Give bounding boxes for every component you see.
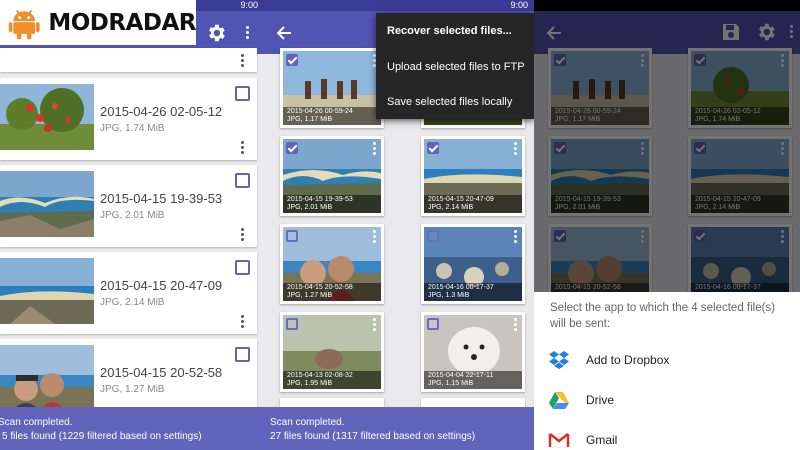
share-prompt: Select the app to which the 4 selected f… <box>550 302 776 330</box>
photo-date: 2015-04-26 00-59-24 <box>287 108 353 115</box>
scan-status-footer: Scan completed. 27 files found (1317 fil… <box>264 407 534 450</box>
scan-status-text: Scan completed. <box>270 417 345 428</box>
photo-date: 2015-04-15 19-39-53 <box>287 196 353 203</box>
list-view-screen: 9:00 2015-04-26 02-05-12 JPG, 1.74 MiB 2… <box>0 0 264 450</box>
list-item[interactable]: 2015-04-26 02-05-12 JPG, 1.74 MiB <box>0 78 257 160</box>
select-checkbox[interactable] <box>286 142 298 154</box>
more-options-icon[interactable] <box>514 142 517 155</box>
photo-caption: 2015-04-15 20-52-58JPG, 1.27 MiB <box>283 283 381 301</box>
scan-status-text: Scan completed. <box>0 417 73 428</box>
select-checkbox[interactable] <box>235 347 250 362</box>
android-robot-icon <box>8 9 40 39</box>
file-details: JPG, 1.27 MiB <box>100 384 165 395</box>
more-options-icon[interactable] <box>240 141 244 154</box>
file-details: JPG, 1.74 MiB <box>100 123 165 134</box>
share-option-label: Add to Dropbox <box>586 353 670 367</box>
files-found-text: 27 files found (1317 filtered based on s… <box>270 431 476 442</box>
overflow-menu: Recover selected files... Upload selecte… <box>376 13 534 119</box>
files-found-text: 5 files found (1229 filtered based on se… <box>2 431 202 442</box>
settings-gear-icon[interactable] <box>205 22 227 44</box>
photo-tile[interactable]: 2015-04-16 00-17-37JPG, 1.3 MiB <box>421 224 525 304</box>
file-title: 2015-04-15 19-39-53 <box>100 191 223 206</box>
more-options-icon[interactable] <box>240 54 244 67</box>
status-time: 9:00 <box>240 0 258 10</box>
photo-tile[interactable]: 2015-04-15 20-52-58JPG, 1.27 MiB <box>280 224 384 304</box>
photo-date: 2015-04-15 20-47-09 <box>428 196 494 203</box>
status-bar: 9:00 <box>264 0 534 11</box>
more-options-icon[interactable] <box>514 230 517 243</box>
photo-thumbnail <box>0 171 94 237</box>
gmail-icon <box>548 433 570 448</box>
select-checkbox[interactable] <box>235 260 250 275</box>
photo-caption: 2015-04-16 00-17-37JPG, 1.3 MiB <box>424 283 522 301</box>
photo-tile[interactable]: 2015-04-04 22-17-11 JPG, 1.15 MiB <box>421 312 525 392</box>
back-arrow-icon[interactable] <box>276 25 292 41</box>
more-options-icon[interactable] <box>240 315 244 328</box>
select-checkbox[interactable] <box>427 230 439 242</box>
grid-view-screen: 9:00 2015-04-26 00-59-24JPG, 1.17 MiBJPG… <box>264 0 534 450</box>
photo-date: 2015-04-16 00-17-37 <box>428 284 494 291</box>
select-checkbox[interactable] <box>286 318 298 330</box>
photo-details: JPG, 2.14 MiB <box>428 204 474 211</box>
more-options-icon[interactable] <box>514 318 517 331</box>
photo-thumbnail <box>0 84 94 150</box>
select-checkbox[interactable] <box>286 54 298 66</box>
photo-date: 2015-04-15 20-52-58 <box>287 284 353 291</box>
select-checkbox[interactable] <box>235 86 250 101</box>
share-option-label: Drive <box>586 393 615 407</box>
dropbox-icon <box>549 351 569 369</box>
share-screen: 2015-04-26 00-59-24JPG, 1.17 MiB2015-04-… <box>534 0 800 450</box>
photo-tile[interactable]: 2015-04-13 02-08-32 JPG, 1.95 MiB <box>280 312 384 392</box>
photo-details: JPG, 1.17 MiB <box>287 116 333 123</box>
file-title: 2015-04-15 20-47-09 <box>100 278 223 293</box>
menu-item-recover[interactable]: Recover selected files... <box>387 25 512 37</box>
more-options-icon[interactable] <box>240 228 244 241</box>
photo-thumbnail <box>0 345 94 411</box>
photo-tile[interactable]: 2015-04-15 20-47-09JPG, 2.14 MiB <box>421 136 525 216</box>
file-title: 2015-04-26 02-05-12 <box>100 104 223 119</box>
photo-caption: 2015-04-26 00-59-24JPG, 1.17 MiB <box>283 107 381 125</box>
photo-details: JPG, 2.01 MiB <box>287 204 333 211</box>
list-item[interactable] <box>0 48 257 72</box>
status-time: 9:00 <box>510 0 528 10</box>
overflow-menu-icon[interactable] <box>245 26 249 39</box>
file-details: JPG, 2.01 MiB <box>100 210 165 221</box>
photo-date: 2015-04-13 02-08-32 <box>287 372 353 379</box>
modradar-logo: MODRADAR <box>0 0 196 45</box>
more-options-icon[interactable] <box>373 142 376 155</box>
list-item[interactable]: 2015-04-15 20-47-09 JPG, 2.14 MiB <box>0 252 257 334</box>
file-title: 2015-04-15 20-52-58 <box>100 365 223 380</box>
photo-caption: 2015-04-15 19-39-53JPG, 2.01 MiB <box>283 195 381 213</box>
photo-caption: 2015-04-15 20-47-09JPG, 2.14 MiB <box>424 195 522 213</box>
menu-item-upload-ftp[interactable]: Upload selected files to FTP <box>387 61 525 73</box>
photo-date: 2015-04-04 22-17-11 <box>428 372 494 379</box>
photo-thumbnail <box>0 258 94 324</box>
menu-item-save-locally[interactable]: Save selected files locally <box>387 96 512 108</box>
photo-details: JPG, 1.27 MiB <box>287 292 333 299</box>
select-checkbox[interactable] <box>235 173 250 188</box>
photo-details: JPG, 1.95 MiB <box>287 380 333 387</box>
select-checkbox[interactable] <box>286 230 298 242</box>
photo-details: JPG, 1.15 MiB <box>428 380 474 387</box>
more-options-icon[interactable] <box>373 230 376 243</box>
photo-caption: 2015-04-04 22-17-11 JPG, 1.15 MiB <box>424 371 522 389</box>
photo-details: JPG, 1.3 MiB <box>428 292 470 299</box>
photo-caption: 2015-04-13 02-08-32 JPG, 1.95 MiB <box>283 371 381 389</box>
select-checkbox[interactable] <box>427 318 439 330</box>
share-option-label: Gmail <box>586 433 618 447</box>
more-options-icon[interactable] <box>373 318 376 331</box>
scan-status-footer: Scan completed. 5 files found (1229 filt… <box>0 407 264 450</box>
drive-icon <box>549 392 569 409</box>
photo-tile[interactable]: 2015-04-26 00-59-24JPG, 1.17 MiB <box>280 48 384 128</box>
share-sheet: Select the app to which the 4 selected f… <box>534 292 800 450</box>
photo-tile[interactable]: 2015-04-15 19-39-53JPG, 2.01 MiB <box>280 136 384 216</box>
screenshot-collage: MODRADAR 9:00 2015-04-26 02-05-12 JPG, 1… <box>0 0 800 450</box>
file-details: JPG, 2.14 MiB <box>100 297 165 308</box>
logo-text: MODRADAR <box>48 9 196 36</box>
list-item[interactable]: 2015-04-15 19-39-53 JPG, 2.01 MiB <box>0 165 257 247</box>
select-checkbox[interactable] <box>427 142 439 154</box>
